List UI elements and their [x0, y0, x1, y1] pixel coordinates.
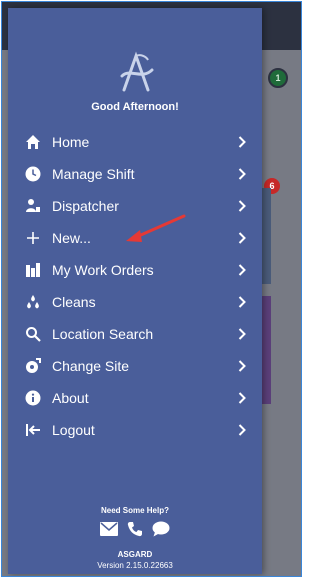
- menu-item-label: Cleans: [52, 294, 96, 310]
- screenshot-frame: 1 6 Good Afternoon! Home Manage Shift Di…: [1, 1, 302, 577]
- info-icon: [24, 389, 42, 407]
- chevron-right-icon: [236, 392, 248, 404]
- menu-item-my-work-orders[interactable]: My Work Orders: [8, 254, 262, 286]
- menu-item-label: Location Search: [52, 326, 154, 342]
- chevron-right-icon: [236, 232, 248, 244]
- menu-item-label: About: [52, 390, 89, 406]
- chevron-right-icon: [236, 328, 248, 340]
- background-green-badge: 1: [268, 68, 288, 88]
- annotation-arrow-icon: [126, 214, 186, 242]
- chevron-right-icon: [236, 200, 248, 212]
- droplets-icon: [24, 293, 42, 311]
- chevron-right-icon: [236, 168, 248, 180]
- background-card: [261, 188, 271, 284]
- app-version: Version 2.15.0.22663: [97, 561, 173, 570]
- dispatcher-icon: [24, 197, 42, 215]
- help-contact-icons: [8, 520, 262, 538]
- chevron-right-icon: [236, 264, 248, 276]
- drawer-menu: Home Manage Shift Dispatcher New... My W…: [8, 126, 262, 446]
- greeting-text: Good Afternoon!: [91, 101, 179, 113]
- email-icon[interactable]: [99, 520, 119, 538]
- background-card: [261, 296, 271, 404]
- menu-item-logout[interactable]: Logout: [8, 414, 262, 446]
- menu-item-label: Manage Shift: [52, 166, 135, 182]
- phone-icon[interactable]: [125, 520, 145, 538]
- help-text: Need Some Help?: [100, 506, 169, 515]
- app-name: ASGARD: [117, 550, 153, 559]
- clock-icon: [24, 165, 42, 183]
- menu-item-label: My Work Orders: [52, 262, 154, 278]
- menu-item-about[interactable]: About: [8, 382, 262, 414]
- menu-item-label: Change Site: [52, 358, 130, 374]
- menu-item-location-search[interactable]: Location Search: [8, 318, 262, 350]
- menu-item-manage-shift[interactable]: Manage Shift: [8, 158, 262, 190]
- menu-item-home[interactable]: Home: [8, 126, 262, 158]
- search-icon: [24, 325, 42, 343]
- chevron-right-icon: [236, 136, 248, 148]
- logout-icon: [24, 421, 42, 439]
- chat-icon[interactable]: [151, 520, 171, 538]
- chevron-right-icon: [236, 296, 248, 308]
- change-site-icon: [24, 357, 42, 375]
- navigation-drawer: Good Afternoon! Home Manage Shift Dispat…: [8, 8, 262, 574]
- menu-item-change-site[interactable]: Change Site: [8, 350, 262, 382]
- plus-icon: [24, 229, 42, 247]
- menu-item-label: Logout: [52, 422, 95, 438]
- home-icon: [24, 133, 42, 151]
- chevron-right-icon: [236, 424, 248, 436]
- menu-item-label: Home: [52, 134, 90, 150]
- work-orders-icon: [24, 261, 42, 279]
- menu-item-cleans[interactable]: Cleans: [8, 286, 262, 318]
- chevron-right-icon: [236, 360, 248, 372]
- a-logo-icon: [120, 51, 154, 92]
